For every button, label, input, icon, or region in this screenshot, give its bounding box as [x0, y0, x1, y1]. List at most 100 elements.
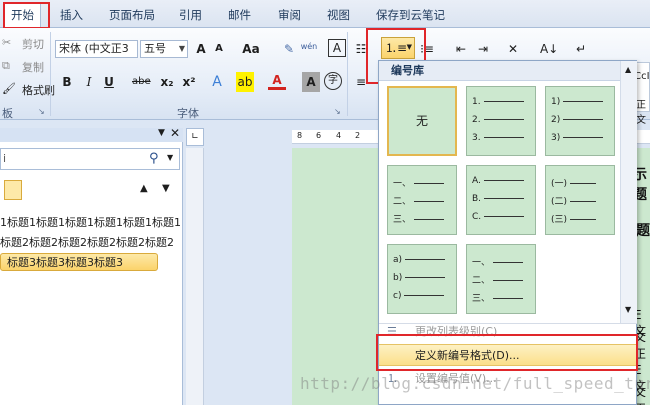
nav-heading-item-selected[interactable]: 标题3标题3标题3标题3 [0, 253, 158, 271]
number-marker: 2) [551, 115, 604, 125]
pages-view-icon[interactable] [4, 180, 22, 200]
list-level-icon: ☰ [387, 325, 397, 338]
vertical-ruler [186, 148, 204, 405]
number-marker: (三) [551, 212, 597, 225]
number-marker: 三、 [393, 212, 445, 225]
chevron-down-icon: ▼ [178, 44, 185, 53]
chinese-layout-icon[interactable]: ✕ [504, 39, 522, 59]
tab-view[interactable]: 视图 [321, 4, 356, 26]
clear-format-icon[interactable]: ✎ [280, 39, 298, 59]
change-list-level-item[interactable]: ☰ 更改列表级别(C) [379, 321, 637, 343]
number-marker: 一、 [472, 255, 524, 268]
font-color-button[interactable]: A [268, 72, 286, 90]
numbering-option-lower-alpha[interactable]: a) b) c) [387, 244, 457, 314]
numbering-icon: ⒈≡ [385, 41, 408, 55]
text-effect-button[interactable]: A [208, 72, 226, 92]
gallery-scrollbar[interactable]: ▲ ▼ [620, 61, 637, 323]
scroll-up-icon[interactable]: ▲ [625, 65, 631, 74]
grow-font-button[interactable]: A [192, 39, 210, 59]
search-icon[interactable]: ⚲ [149, 151, 159, 166]
ruler-tick: 4 [336, 131, 342, 140]
navigation-pane: ▼ ✕ i ⚲ ▼ ▲ ▼ 1标题1标题1标题1标题1标题1标题1 标题2标题2… [0, 126, 183, 405]
numbering-option-upper-alpha[interactable]: A. B. C. [466, 165, 536, 235]
bullets-icon[interactable]: ☷ [352, 39, 370, 59]
number-marker: B. [472, 194, 525, 204]
numbering-value-icon: ⒈ [387, 372, 398, 385]
tab-selector-icon[interactable]: ∟ [186, 128, 204, 146]
close-icon[interactable]: ✕ [170, 126, 180, 140]
change-list-level-label: 更改列表级别(C) [415, 325, 498, 338]
increase-indent-icon[interactable]: ⇥ [474, 39, 492, 59]
bold-button[interactable]: B [58, 72, 76, 92]
number-marker: 2. [472, 115, 524, 125]
nav-search-box[interactable]: i ⚲ ▼ [0, 148, 180, 170]
numbering-option-chinese[interactable]: 一、 二、 三、 [387, 165, 457, 235]
tab-save-to-cloud-note[interactable]: 保存到云笔记 [370, 4, 451, 26]
tab-home[interactable]: 开始 [4, 3, 41, 29]
font-size-value: 五号 [144, 42, 166, 55]
define-new-number-format-item[interactable]: 定义新编号格式(D)... [379, 344, 637, 366]
next-arrow-icon[interactable]: ▼ [162, 183, 170, 194]
char-shading-button[interactable]: A [302, 72, 320, 92]
numbering-button[interactable]: ⒈≡ ▼ [381, 37, 415, 59]
tab-references[interactable]: 引用 [173, 4, 208, 26]
font-size-combo[interactable]: 五号 ▼ [140, 40, 188, 58]
show-marks-icon[interactable]: ↵ [572, 39, 590, 59]
underline-button[interactable]: U [100, 72, 118, 92]
set-numbering-value-label: 设置编号值(V)... [415, 372, 497, 385]
change-case-button[interactable]: Aa [242, 39, 260, 59]
nav-heading-item[interactable]: 1标题1标题1标题1标题1标题1标题1 [0, 214, 181, 232]
strikethrough-button[interactable]: abe [132, 72, 151, 92]
tab-page-layout[interactable]: 页面布局 [103, 4, 161, 26]
set-numbering-value-item[interactable]: ⒈ 设置编号值(V)... [379, 368, 637, 390]
nav-header: ▼ ✕ [0, 126, 183, 142]
numbering-option-chinese-paren[interactable]: (一) (二) (三) [545, 165, 615, 235]
scroll-down-icon[interactable]: ▼ [625, 305, 631, 314]
doc-heading-fragment: 题 [636, 223, 650, 239]
number-marker: 3. [472, 133, 524, 143]
numbering-option-decimal-dot[interactable]: 1. 2. 3. [466, 86, 536, 156]
number-marker: a) [393, 255, 446, 265]
superscript-button[interactable]: x² [180, 72, 198, 92]
nav-heading-item[interactable]: 标题2标题2标题2标题2标题2标题2 [0, 234, 174, 252]
align-left-icon[interactable]: ≡ [352, 72, 370, 92]
tab-insert[interactable]: 插入 [54, 4, 89, 26]
chevron-down-icon[interactable]: ▼ [167, 153, 173, 162]
search-input[interactable]: i [3, 152, 6, 165]
number-marker: 3) [551, 133, 604, 143]
numbering-option-decimal-paren[interactable]: 1) 2) 3) [545, 86, 615, 156]
multilevel-list-icon[interactable]: ⁝≡ [418, 39, 436, 59]
copy-button[interactable]: 复制 [22, 59, 44, 75]
number-marker: 二、 [393, 194, 445, 207]
group-separator [347, 32, 348, 116]
shrink-font-button[interactable]: A [210, 39, 228, 59]
group-separator [50, 32, 51, 116]
highlight-color-button[interactable]: ab [236, 72, 254, 92]
tab-review[interactable]: 审阅 [272, 4, 307, 26]
nav-tabs: ▲ ▼ [0, 180, 183, 202]
ruler-tick: 8 [297, 131, 303, 140]
numbering-option-chinese-2[interactable]: 一、 二、 三、 [466, 244, 536, 314]
font-name-combo[interactable]: 宋体 (中文正3 [55, 40, 138, 58]
tab-mailings[interactable]: 邮件 [222, 4, 257, 26]
number-marker: 三、 [472, 291, 524, 304]
clipboard-group-label: 板 [2, 107, 13, 120]
enclose-char-button[interactable]: 字 [324, 72, 342, 90]
previous-arrow-icon[interactable]: ▲ [140, 183, 148, 194]
clipboard-launcher-icon[interactable]: ↘ [38, 107, 45, 116]
cut-button[interactable]: 剪切 [22, 36, 44, 52]
number-marker: C. [472, 212, 525, 222]
italic-button[interactable]: I [80, 72, 98, 92]
numbering-library-title: 编号库 [379, 61, 620, 81]
nav-menu-chevron-icon[interactable]: ▼ [158, 128, 165, 138]
numbering-none-label: 无 [415, 114, 428, 128]
subscript-button[interactable]: x₂ [158, 72, 176, 92]
sort-icon[interactable]: A↓ [540, 39, 558, 59]
cut-icon: ✂ [2, 36, 12, 49]
numbering-option-none[interactable]: 无 [387, 86, 457, 156]
char-border-button[interactable]: A [328, 39, 346, 57]
font-launcher-icon[interactable]: ↘ [334, 107, 341, 116]
number-marker: 一、 [393, 176, 445, 189]
decrease-indent-icon[interactable]: ⇤ [452, 39, 470, 59]
phonetic-guide-button[interactable]: wén [300, 37, 318, 57]
